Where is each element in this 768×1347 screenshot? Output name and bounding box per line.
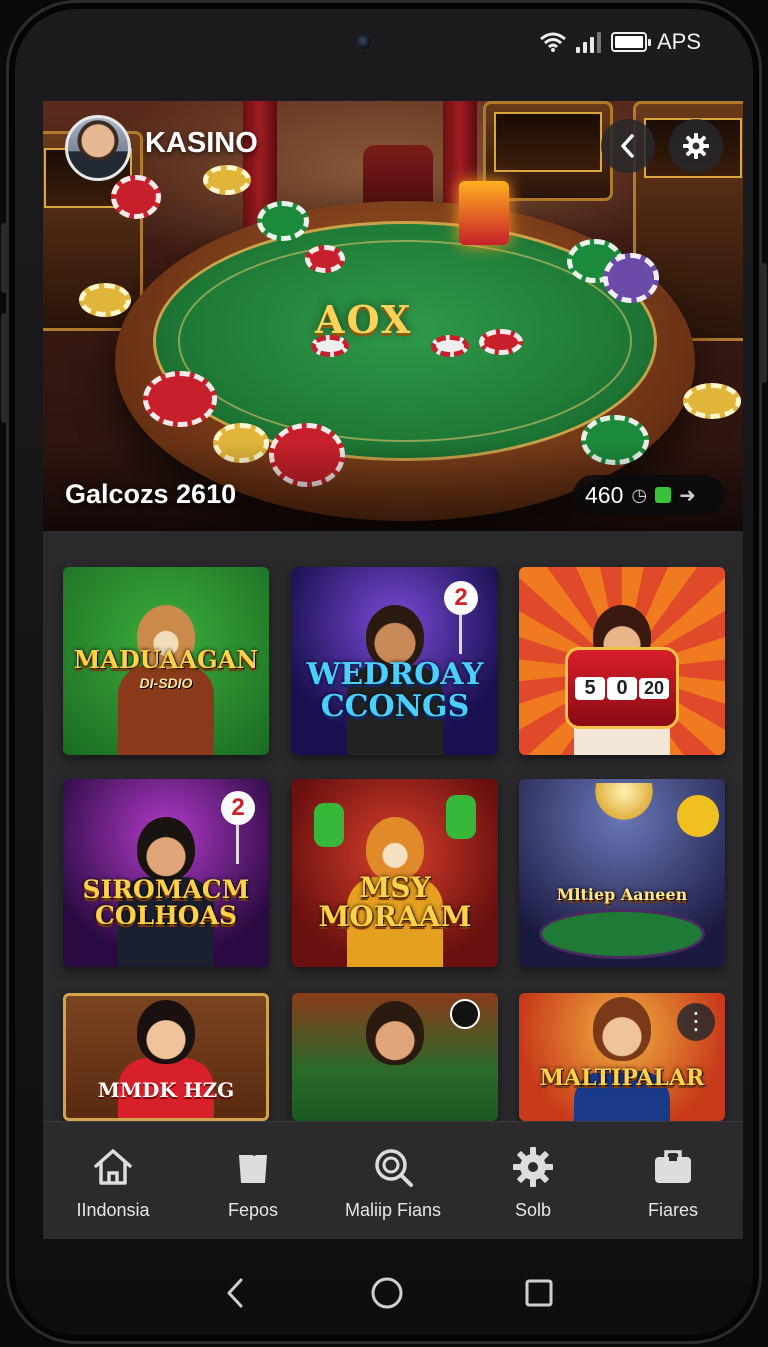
- game-card[interactable]: 2 WEDROAY CCONGS: [292, 567, 498, 755]
- nav-label: Fiares: [647, 1200, 698, 1220]
- nav-item-settings[interactable]: Solb: [463, 1122, 603, 1239]
- chip-icon: [311, 335, 349, 357]
- home-icon: [90, 1144, 136, 1190]
- emoji-icon: [677, 795, 719, 837]
- arrow-right-icon: ➜: [679, 484, 696, 507]
- hero-banner[interactable]: AOX KASINO Galcozs 2610 460 ◷ ➜: [43, 101, 743, 531]
- system-back-button[interactable]: [215, 1273, 255, 1313]
- chip-icon: [431, 335, 469, 357]
- chevron-left-icon: [621, 134, 634, 158]
- system-home-button[interactable]: [367, 1273, 407, 1313]
- chip-icon: [603, 253, 659, 303]
- green-glove-icon: [446, 795, 476, 839]
- game-card[interactable]: Mltiep Aaneen: [519, 779, 725, 967]
- game-card[interactable]: MALTIPALAR ⋮: [519, 993, 725, 1121]
- settings-button[interactable]: [669, 119, 723, 173]
- game-title: Mltiep Aaneen: [556, 885, 688, 904]
- number-sign-icon: 2: [444, 581, 478, 654]
- nav-label: IIndonsia: [76, 1200, 150, 1220]
- system-nav-bar: [9, 1239, 765, 1347]
- status-bar: APS: [540, 29, 701, 55]
- game-title: SIROMACM COLHOAS: [82, 875, 250, 931]
- game-card[interactable]: [292, 993, 498, 1121]
- game-card[interactable]: MSY MORAAM: [292, 779, 498, 967]
- chip-icon: [111, 175, 161, 219]
- more-vertical-icon: ⋮: [684, 1008, 708, 1035]
- chip-icon: [203, 165, 251, 195]
- gem-icon: [655, 487, 672, 503]
- slot-reels: 5 0 20: [565, 647, 679, 729]
- cog-icon: [510, 1144, 556, 1190]
- chandelier-image: [589, 783, 659, 823]
- no-sign-icon: [450, 999, 480, 1029]
- game-title: WEDROAY CCONGS: [306, 657, 484, 724]
- game-grid: MADUAAGAN DI-SDIO 2 WEDROAY CCONGS 5 0 2…: [43, 531, 743, 1121]
- bottom-nav: IIndonsia Fepos Maliip Fians Solb Fiares: [43, 1121, 743, 1239]
- chip-icon: [305, 245, 345, 273]
- reel-value: 5: [575, 676, 605, 700]
- game-title: MSY MORAAM: [318, 871, 472, 934]
- host-image: [347, 993, 443, 1121]
- game-card[interactable]: 5 0 20: [519, 567, 725, 755]
- chip-icon: [257, 201, 309, 241]
- game-subtitle: DI-SDIO: [139, 675, 193, 691]
- bag-icon: [230, 1144, 276, 1190]
- game-title: MALTIPALAR: [539, 1065, 705, 1091]
- nav-label: Fepos: [227, 1200, 279, 1220]
- back-arrow-icon: [227, 1278, 243, 1308]
- gear-icon: [683, 133, 709, 159]
- lucky-seven-icon: [459, 181, 509, 245]
- avatar[interactable]: [65, 115, 131, 181]
- nav-item-search[interactable]: Maliip Fians: [323, 1122, 463, 1239]
- chip-icon: [79, 283, 131, 317]
- app-brand: KASINO: [145, 127, 258, 159]
- chip-icon: [143, 371, 217, 427]
- volume-button: [1, 313, 7, 423]
- nav-item-bag[interactable]: Fepos: [183, 1122, 323, 1239]
- green-glove-icon: [314, 803, 344, 847]
- power-button: [761, 263, 767, 383]
- number-sign-icon: 2: [221, 791, 255, 864]
- game-title: MMDK HZG: [97, 1078, 235, 1102]
- game-card[interactable]: 2 SIROMACM COLHOAS: [63, 779, 269, 967]
- front-camera: [355, 33, 373, 51]
- battery-icon: [610, 32, 651, 52]
- phone-frame: APS AOX KASINO Galcozs 2610 460 ◷ ➜ MADU…: [1, 0, 767, 1347]
- balance-value: 460: [585, 481, 624, 508]
- chip-icon: [479, 329, 523, 355]
- recents-icon: [525, 1279, 553, 1307]
- game-title: MADUAAGAN: [73, 645, 259, 674]
- reel-value: 20: [639, 677, 669, 699]
- home-circle-icon: [371, 1277, 403, 1309]
- game-card[interactable]: MADUAAGAN DI-SDIO: [63, 567, 269, 755]
- wifi-icon: [540, 32, 566, 52]
- nav-label: Maliip Fians: [344, 1200, 442, 1220]
- balance-pill[interactable]: 460 ◷ ➜: [573, 475, 725, 515]
- more-options-button[interactable]: ⋮: [677, 1003, 715, 1041]
- nav-item-briefcase[interactable]: Fiares: [603, 1122, 743, 1239]
- carrier-label: APS: [656, 29, 701, 54]
- app-screen: AOX KASINO Galcozs 2610 460 ◷ ➜ MADUAAGA…: [43, 101, 743, 1239]
- game-card[interactable]: MMDK HZG: [63, 993, 269, 1121]
- nav-item-home[interactable]: IIndonsia: [43, 1122, 183, 1239]
- chip-icon: [683, 383, 741, 419]
- clock-icon: ◷: [631, 484, 648, 505]
- search-icon: [370, 1144, 416, 1190]
- volume-button: [1, 223, 7, 293]
- reel-value: 0: [607, 676, 637, 700]
- table-image: [539, 909, 705, 959]
- host-image: [574, 993, 670, 1121]
- system-recents-button[interactable]: [519, 1273, 559, 1313]
- signal-icon: [575, 31, 601, 53]
- briefcase-icon: [650, 1144, 696, 1190]
- back-button[interactable]: [601, 119, 655, 173]
- nav-label: Solb: [514, 1200, 552, 1220]
- hero-title: Galcozs 2610: [65, 479, 237, 509]
